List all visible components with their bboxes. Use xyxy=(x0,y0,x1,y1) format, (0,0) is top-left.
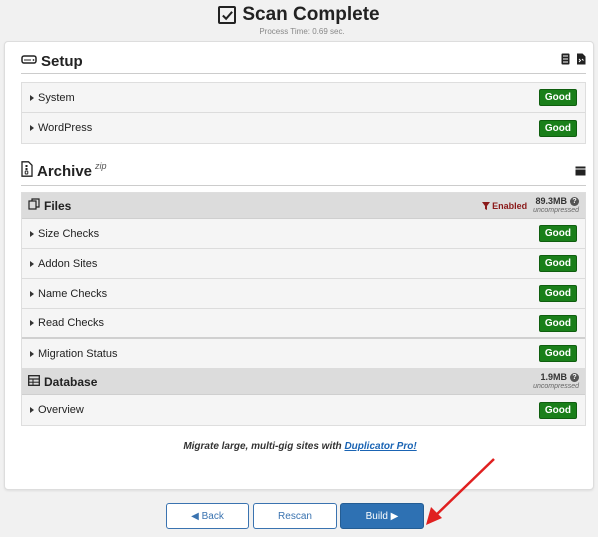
files-item-read-checks[interactable]: Read Checks Good xyxy=(22,309,585,339)
status-badge: Good xyxy=(538,225,577,242)
files-item-name-checks[interactable]: Name Checks Good xyxy=(22,279,585,309)
page-title: Scan Complete xyxy=(242,4,380,25)
files-item-label: Read Checks xyxy=(38,317,105,329)
filter-enabled-label: Enabled xyxy=(492,200,528,211)
database-size-row: 1.9MB ? xyxy=(533,371,579,382)
files-item-label: Name Checks xyxy=(38,287,108,300)
database-size: 1.9MB ? uncompressed xyxy=(533,371,579,391)
status-badge: Good xyxy=(538,314,577,332)
caret-right-icon xyxy=(30,407,34,413)
database-title: Database xyxy=(44,374,98,389)
setup-item-wordpress[interactable]: WordPress Good xyxy=(22,113,585,143)
archive-format: zip xyxy=(95,160,107,171)
copy-files-icon xyxy=(28,197,40,215)
caret-right-icon xyxy=(30,125,34,131)
status-badge: Good xyxy=(538,119,577,137)
setup-item-system[interactable]: System Good xyxy=(22,83,585,113)
database-size-value: 1.9MB xyxy=(540,371,567,382)
upgrade-promo: Migrate large, multi-gig sites with Dupl… xyxy=(5,441,595,452)
files-size-value: 89.3MB xyxy=(535,195,567,206)
table-icon xyxy=(28,373,40,391)
setup-item-label: System xyxy=(38,91,75,104)
process-time: Process Time: 0.69 sec. xyxy=(259,27,345,36)
question-circle-icon[interactable]: ? xyxy=(570,372,579,382)
files-title: Files xyxy=(44,198,72,213)
hard-drive-icon xyxy=(21,52,37,70)
file-code-icon[interactable] xyxy=(576,52,586,70)
checkbox-checked-icon xyxy=(218,6,237,24)
files-meta: Enabled 89.3MB ? uncompressed xyxy=(482,195,579,215)
scan-title-row: Scan Complete xyxy=(0,4,598,26)
filter-icon xyxy=(482,201,491,210)
duplicator-pro-link[interactable]: Duplicator Pro! xyxy=(344,441,416,452)
question-circle-icon[interactable]: ? xyxy=(570,196,579,206)
caret-right-icon xyxy=(30,290,34,297)
setup-head-icons xyxy=(561,52,586,70)
status-badge: Good xyxy=(538,285,577,302)
archive-list: Files Enabled 89.3MB ? uncompressed Size… xyxy=(21,192,586,426)
database-item-label: Overview xyxy=(38,404,84,416)
files-size: 89.3MB ? uncompressed xyxy=(533,195,579,215)
files-item-addon-sites[interactable]: Addon Sites Good xyxy=(22,249,585,279)
annotation-arrow-icon xyxy=(426,458,495,525)
caret-right-icon xyxy=(30,350,34,357)
files-size-note: uncompressed xyxy=(533,206,579,214)
archive-head-icons xyxy=(575,163,586,181)
rescan-button[interactable]: Rescan xyxy=(253,503,337,529)
scan-results-panel: Setup System Good WordPress Good Archive xyxy=(4,41,594,490)
files-item-label: Addon Sites xyxy=(38,257,98,270)
files-item-label: Size Checks xyxy=(38,227,100,240)
back-button[interactable]: ◀ Back xyxy=(166,503,249,529)
archive-box-icon[interactable] xyxy=(575,163,586,181)
status-badge: Good xyxy=(538,89,577,106)
archive-title: Archive xyxy=(37,163,93,180)
status-badge: Good xyxy=(538,255,577,272)
database-size-note: uncompressed xyxy=(533,382,579,390)
filter-enabled-indicator[interactable]: Enabled xyxy=(482,201,527,211)
build-button[interactable]: Build ▶ xyxy=(340,503,424,529)
database-meta: 1.9MB ? uncompressed xyxy=(533,371,579,391)
migration-status-row[interactable]: Migration Status Good xyxy=(22,339,585,369)
status-badge: Good xyxy=(538,345,577,362)
status-badge: Good xyxy=(538,401,577,419)
archive-section-header: Archive zip xyxy=(21,161,586,186)
caret-right-icon xyxy=(30,230,34,237)
caret-right-icon xyxy=(30,320,34,326)
migration-status-label: Migration Status xyxy=(38,347,118,360)
database-item-overview[interactable]: Overview Good xyxy=(22,395,585,425)
files-group-header: Files Enabled 89.3MB ? uncompressed xyxy=(22,193,585,219)
server-icon[interactable] xyxy=(561,52,570,70)
scan-header: Scan Complete Process Time: 0.69 sec. xyxy=(0,4,598,36)
setup-title: Setup xyxy=(41,52,83,70)
promo-text: Migrate large, multi-gig sites with xyxy=(183,441,342,452)
caret-right-icon xyxy=(30,94,34,101)
setup-section-header: Setup xyxy=(21,52,586,74)
caret-right-icon xyxy=(30,260,34,267)
file-zip-icon xyxy=(21,161,33,182)
files-item-size-checks[interactable]: Size Checks Good xyxy=(22,219,585,249)
setup-list: System Good WordPress Good xyxy=(21,82,586,144)
setup-item-label: WordPress xyxy=(38,122,93,134)
files-size-row: 89.3MB ? xyxy=(533,195,579,206)
database-group-header: Database 1.9MB ? uncompressed xyxy=(22,369,585,395)
